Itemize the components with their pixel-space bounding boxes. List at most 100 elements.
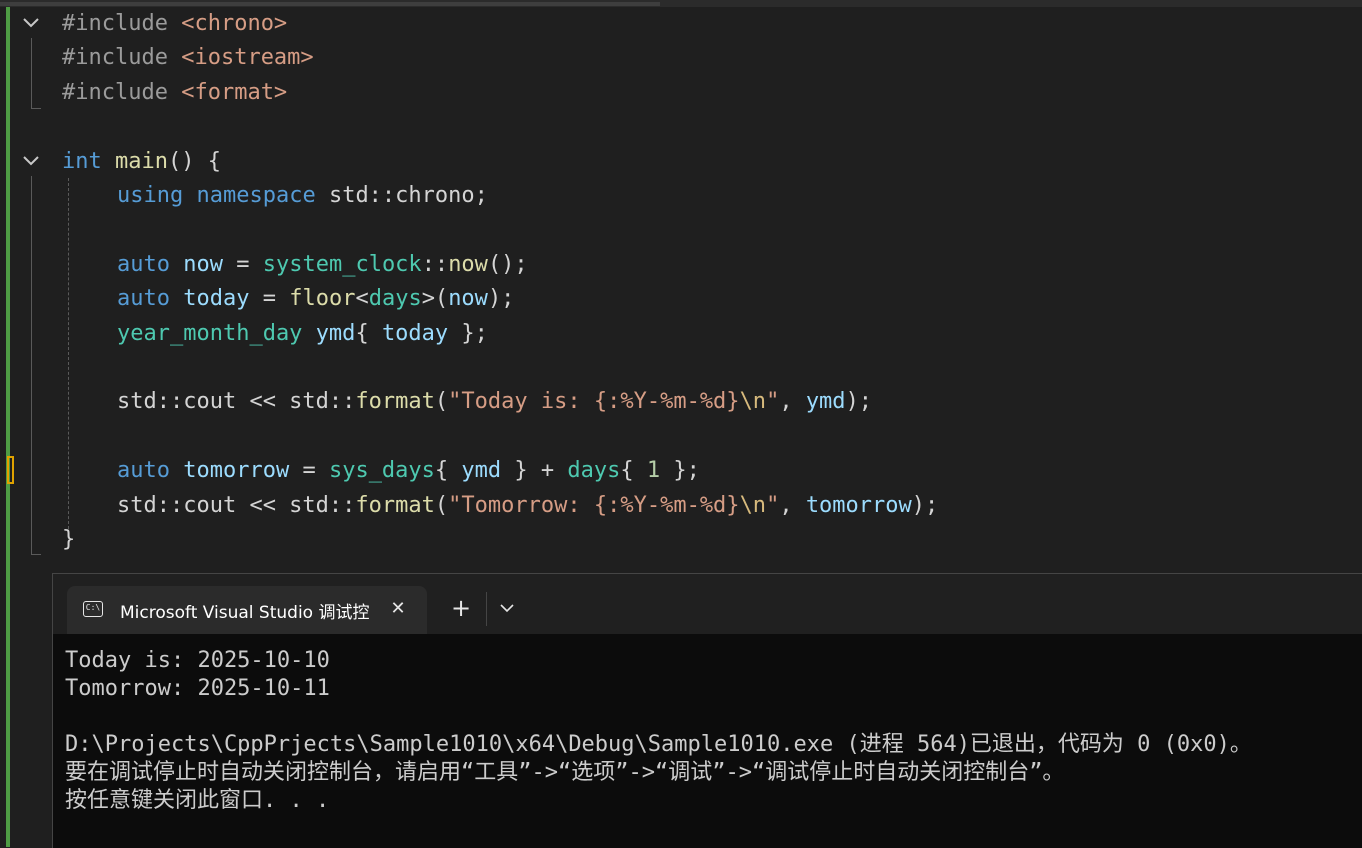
current-line-marker [7,456,14,484]
console-window[interactable]: C:\ Microsoft Visual Studio 调试控 ✕ + Toda… [52,573,1362,848]
fold-region-line [31,38,32,108]
code-token: now [183,251,223,277]
code-token: format [355,389,435,415]
code-line[interactable]: std::cout << std::format("Today is: {:%Y… [62,385,872,419]
code-token: auto [117,458,170,484]
code-token: system_clock [262,251,422,277]
code-token: using [117,183,184,208]
code-token: { [434,458,462,484]
code-token: "Today is: {:%Y-%m-%d} [448,389,740,415]
fold-region-end [31,108,41,109]
code-token: (); [487,251,528,277]
code-token: = [249,286,290,312]
code-line[interactable]: using namespace std::chrono; [62,179,488,213]
code-line[interactable]: auto today = floor<days>(now); [62,282,514,316]
code-line[interactable]: #include <iostream> [62,41,314,75]
change-tracking-bar [6,7,10,847]
code-token: now [448,251,488,277]
code-line[interactable]: } [62,523,75,557]
code-line[interactable]: #include <format> [62,76,287,110]
code-token: <chrono> [181,11,288,36]
code-token: 1 [646,458,661,484]
code-line[interactable]: std::cout << std::format("Tomorrow: {:%Y… [62,489,938,523]
code-line[interactable]: auto tomorrow = sys_days{ ymd } + days{ … [62,454,700,488]
tab-separator [486,592,487,626]
plus-icon[interactable]: + [447,594,475,622]
code-token: "Tomorrow: {:%Y-%m-%d} [448,492,740,518]
code-token: #include [62,11,182,36]
editor-top-scrollbar[interactable] [0,0,1362,7]
code-token: :: [421,251,449,277]
code-token: { [355,320,382,346]
code-token: #include [62,79,182,105]
code-token: = [222,251,263,277]
code-token: now [448,286,488,312]
code-token: floor [289,286,356,312]
code-line[interactable]: auto now = system_clock::now(); [62,248,528,282]
fold-chevron-down-icon[interactable] [20,13,42,35]
code-token: tomorrow [183,458,290,484]
code-token: ); [911,492,939,518]
code-token: () { [167,148,221,174]
code-token: year_month_day [117,320,303,346]
code-token: \n [739,389,767,415]
console-output-line: Today is: 2025-10-10 [65,648,330,673]
code-token: today [183,286,250,312]
console-output-line: 按任意键关闭此窗口. . . [65,788,330,813]
code-token: namespace [196,183,316,208]
code-token: { [620,458,647,484]
code-token: }; [448,320,488,346]
terminal-tab-strip: C:\ Microsoft Visual Studio 调试控 ✕ + [53,574,1362,634]
fold-chevron-down-icon[interactable] [20,151,42,173]
close-icon[interactable]: ✕ [385,596,411,622]
tab-title: Microsoft Visual Studio 调试控 [120,603,370,623]
code-token: int [62,148,102,174]
code-token: , [779,389,806,415]
code-token: ); [487,286,515,312]
code-token: >( [421,286,449,312]
code-token: today [381,320,449,346]
code-token: days [368,286,422,312]
code-token: main [115,148,168,174]
code-token: tomorrow [805,492,912,518]
console-output-line: Tomorrow: 2025-10-11 [65,676,330,701]
code-token: ymd [805,389,846,415]
code-line[interactable]: #include <chrono> [62,7,287,41]
code-token: \n [739,492,767,518]
code-token: , [779,492,806,518]
code-token: std::chrono; [315,183,488,208]
code-token: <iostream> [181,45,314,71]
code-token: <format> [181,79,288,105]
code-token: std::cout << std:: [117,389,356,415]
code-token: ( [434,492,449,518]
code-line[interactable]: year_month_day ymd{ today }; [62,317,488,351]
console-output-line: 要在调试停止时自动关闭控制台，请启用“工具”->“选项”->“调试”->“调试停… [65,760,1065,785]
code-token: #include [62,45,182,71]
code-token: std::cout << std:: [117,492,356,518]
code-token: ( [434,389,449,415]
terminal-tab[interactable]: C:\ Microsoft Visual Studio 调试控 ✕ [67,586,427,634]
code-token: format [355,492,435,518]
chevron-down-icon[interactable] [493,594,521,622]
code-token: }; [660,458,700,484]
code-token: auto [117,286,170,312]
code-token: < [355,286,369,312]
code-token: ); [845,389,873,415]
code-token: sys_days [328,458,435,484]
code-token: ymd [315,320,356,346]
code-token: days [567,458,621,484]
code-token: = [289,458,329,484]
code-token: } + [501,458,568,484]
scrollbar-thumb[interactable] [0,2,660,6]
code-token: ymd [461,458,502,484]
code-line[interactable]: int main() { [62,145,221,179]
code-token: " [766,492,780,518]
console-output-line: D:\Projects\CppPrjects\Sample1010\x64\De… [65,732,1252,757]
code-token: auto [117,251,170,277]
console-icon: C:\ [83,601,103,617]
